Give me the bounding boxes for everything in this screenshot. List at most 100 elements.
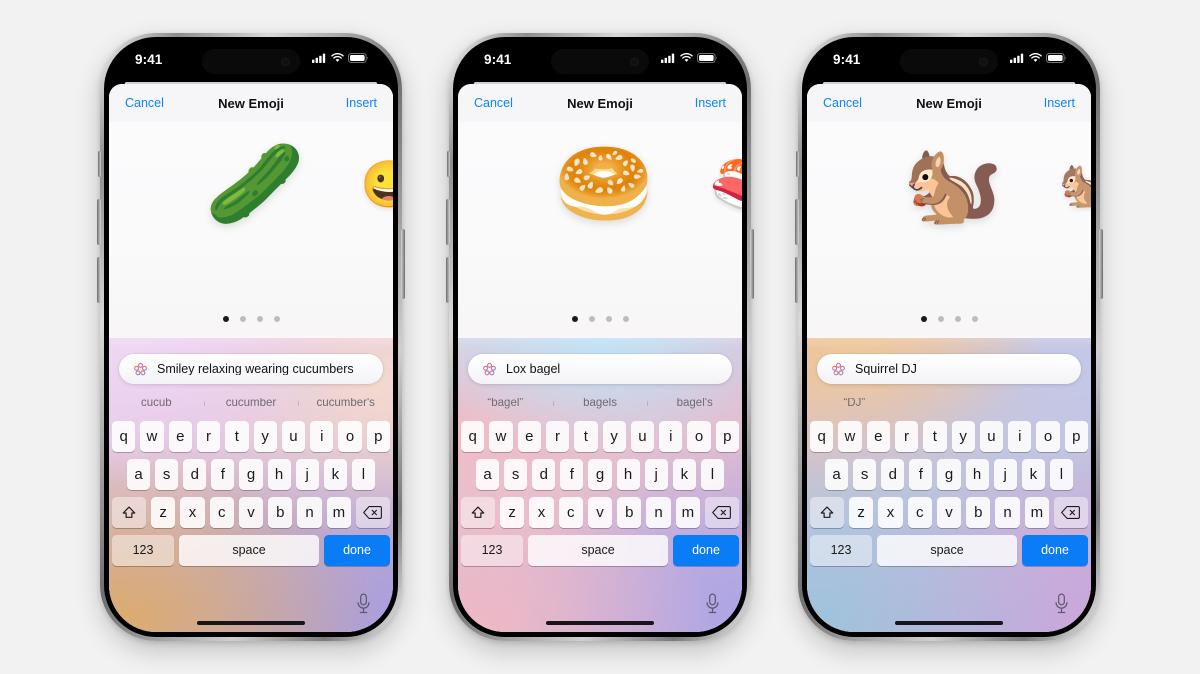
- key-x[interactable]: x: [878, 497, 903, 528]
- shift-key-icon[interactable]: [112, 497, 147, 528]
- page-dot[interactable]: [622, 316, 629, 322]
- key-i[interactable]: i: [659, 421, 683, 452]
- page-dot[interactable]: [256, 316, 263, 322]
- silence-switch[interactable]: [98, 151, 101, 177]
- key-s[interactable]: s: [504, 459, 528, 490]
- page-dot[interactable]: [588, 316, 595, 322]
- shift-key-icon[interactable]: [810, 497, 845, 528]
- volume-up-button[interactable]: [97, 199, 101, 245]
- key-b[interactable]: b: [966, 497, 991, 528]
- page-dot[interactable]: [954, 316, 961, 322]
- key-h[interactable]: h: [267, 459, 291, 490]
- key-k[interactable]: k: [1021, 459, 1045, 490]
- key-e[interactable]: e: [168, 421, 192, 452]
- key-k[interactable]: k: [672, 459, 696, 490]
- prediction-2[interactable]: bagel's: [647, 398, 742, 410]
- key-t[interactable]: t: [923, 421, 947, 452]
- cancel-button[interactable]: Cancel: [823, 97, 862, 110]
- volume-up-button[interactable]: [446, 199, 450, 245]
- key-q[interactable]: q: [112, 421, 136, 452]
- insert-button[interactable]: Insert: [695, 97, 726, 110]
- key-f[interactable]: f: [211, 459, 235, 490]
- space-key[interactable]: space: [528, 535, 668, 566]
- key-p[interactable]: p: [715, 421, 739, 452]
- key-u[interactable]: u: [979, 421, 1004, 452]
- prediction-2[interactable]: cucumber's: [298, 398, 393, 410]
- key-i[interactable]: i: [1008, 421, 1032, 452]
- page-dot[interactable]: [971, 316, 978, 322]
- backspace-key-icon[interactable]: [355, 497, 390, 528]
- page-dot[interactable]: [571, 316, 578, 322]
- key-c[interactable]: c: [558, 497, 583, 528]
- key-e[interactable]: e: [866, 421, 890, 452]
- key-z[interactable]: z: [500, 497, 525, 528]
- key-p[interactable]: p: [1064, 421, 1088, 452]
- key-f[interactable]: f: [909, 459, 933, 490]
- home-indicator[interactable]: [546, 621, 654, 625]
- key-o[interactable]: o: [338, 421, 362, 452]
- power-button[interactable]: [750, 229, 754, 299]
- key-d[interactable]: d: [532, 459, 556, 490]
- key-d[interactable]: d: [183, 459, 207, 490]
- shift-key-icon[interactable]: [461, 497, 496, 528]
- key-w[interactable]: w: [838, 421, 862, 452]
- power-button[interactable]: [401, 229, 405, 299]
- backspace-key-icon[interactable]: [1053, 497, 1088, 528]
- key-o[interactable]: o: [687, 421, 711, 452]
- key-r[interactable]: r: [545, 421, 570, 452]
- genmoji-carousel[interactable]: 🐿️ 🐿️: [807, 144, 1091, 224]
- prediction-0[interactable]: cucub: [109, 398, 204, 410]
- key-y[interactable]: y: [253, 421, 277, 452]
- key-y[interactable]: y: [951, 421, 975, 452]
- key-y[interactable]: y: [602, 421, 626, 452]
- key-j[interactable]: j: [295, 459, 319, 490]
- key-w[interactable]: w: [140, 421, 164, 452]
- key-n[interactable]: n: [297, 497, 322, 528]
- done-key[interactable]: done: [1022, 535, 1088, 566]
- home-indicator[interactable]: [895, 621, 1003, 625]
- key-r[interactable]: r: [196, 421, 221, 452]
- prediction-1[interactable]: bagels: [552, 398, 648, 410]
- key-h[interactable]: h: [616, 459, 640, 490]
- page-dot[interactable]: [937, 316, 944, 322]
- key-d[interactable]: d: [881, 459, 905, 490]
- space-key[interactable]: space: [877, 535, 1017, 566]
- key-m[interactable]: m: [326, 497, 351, 528]
- prediction-0[interactable]: “bagel”: [458, 398, 553, 410]
- key-r[interactable]: r: [894, 421, 919, 452]
- key-g[interactable]: g: [588, 459, 612, 490]
- key-w[interactable]: w: [489, 421, 513, 452]
- done-key[interactable]: done: [324, 535, 390, 566]
- genmoji-carousel[interactable]: 🥯 🍣: [458, 144, 742, 224]
- key-z[interactable]: z: [151, 497, 176, 528]
- silence-switch[interactable]: [796, 151, 799, 177]
- key-f[interactable]: f: [560, 459, 584, 490]
- prediction-0[interactable]: “DJ”: [807, 398, 902, 410]
- cancel-button[interactable]: Cancel: [474, 97, 513, 110]
- page-dot[interactable]: [222, 316, 229, 322]
- genmoji-primary[interactable]: 🐿️: [903, 144, 1003, 224]
- numbers-key[interactable]: 123: [112, 535, 174, 566]
- key-q[interactable]: q: [461, 421, 485, 452]
- key-a[interactable]: a: [476, 459, 500, 490]
- key-n[interactable]: n: [995, 497, 1020, 528]
- numbers-key[interactable]: 123: [461, 535, 523, 566]
- key-b[interactable]: b: [617, 497, 642, 528]
- insert-button[interactable]: Insert: [346, 97, 377, 110]
- genmoji-prompt-field[interactable]: Squirrel DJ: [817, 354, 1081, 384]
- volume-down-button[interactable]: [795, 257, 799, 303]
- key-v[interactable]: v: [587, 497, 613, 528]
- key-j[interactable]: j: [993, 459, 1017, 490]
- insert-button[interactable]: Insert: [1044, 97, 1075, 110]
- key-v[interactable]: v: [936, 497, 962, 528]
- prediction-1[interactable]: cucumber: [203, 398, 299, 410]
- genmoji-secondary[interactable]: 🍣: [710, 161, 742, 207]
- power-button[interactable]: [1099, 229, 1103, 299]
- volume-down-button[interactable]: [97, 257, 101, 303]
- key-i[interactable]: i: [310, 421, 334, 452]
- key-v[interactable]: v: [238, 497, 264, 528]
- key-p[interactable]: p: [366, 421, 390, 452]
- key-s[interactable]: s: [155, 459, 179, 490]
- key-o[interactable]: o: [1036, 421, 1060, 452]
- page-dot[interactable]: [605, 316, 612, 322]
